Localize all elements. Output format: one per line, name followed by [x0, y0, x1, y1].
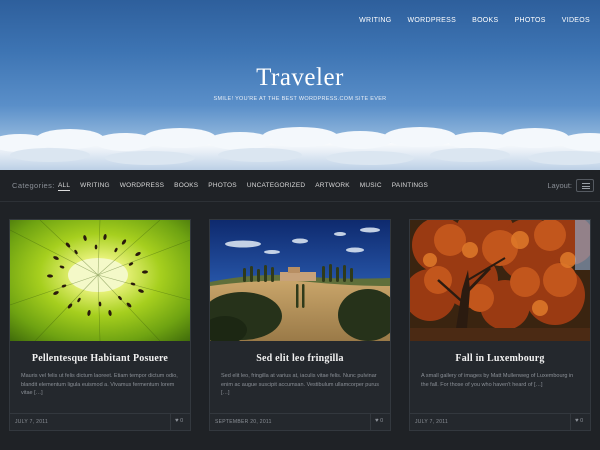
nav-photos[interactable]: PHOTOS [507, 17, 554, 24]
like-count: 0 [380, 418, 384, 424]
category-writing[interactable]: WRITING [80, 181, 110, 191]
nav-writing[interactable]: WRITING [351, 17, 399, 24]
category-photos[interactable]: PHOTOS [208, 181, 237, 191]
post-date[interactable]: JULY 7, 2011 [15, 419, 48, 425]
post-card[interactable]: Sed elit leo fringilla Sed elit leo, fri… [209, 219, 391, 431]
post-footer: JULY 7, 2011 ♥ 0 [10, 413, 190, 430]
category-wordpress[interactable]: WORDPRESS [120, 181, 164, 191]
heart-icon: ♥ [175, 418, 179, 424]
like-button[interactable]: ♥ 0 [370, 414, 390, 430]
like-count: 0 [180, 418, 184, 424]
heart-icon: ♥ [575, 418, 579, 424]
category-list: ALL WRITING WORDPRESS BOOKS PHOTOS UNCAT… [58, 181, 438, 191]
site-title[interactable]: Traveler [0, 64, 600, 92]
post-title[interactable]: Sed elit leo fringilla [210, 353, 390, 364]
category-paintings[interactable]: PAINTINGS [392, 181, 428, 191]
layout-toggle-button[interactable] [576, 179, 594, 192]
post-card[interactable]: Fall in Luxembourg A small gallery of im… [409, 219, 591, 431]
post-date[interactable]: SEPTEMBER 20, 2011 [215, 419, 272, 425]
post-card[interactable]: Pellentesque Habitant Posuere Mauris vel… [9, 219, 191, 431]
site-tagline: SMILE! YOU'RE AT THE BEST WORDPRESS.COM … [213, 96, 387, 102]
category-all[interactable]: ALL [58, 181, 71, 191]
header-hero: WRITING WORDPRESS BOOKS PHOTOS VIDEOS Tr… [0, 0, 600, 170]
category-music[interactable]: MUSIC [360, 181, 382, 191]
like-button[interactable]: ♥ 0 [170, 414, 190, 430]
heart-icon: ♥ [375, 418, 379, 424]
category-artwork[interactable]: ARTWORK [315, 181, 350, 191]
cloud-layer [0, 127, 600, 170]
like-button[interactable]: ♥ 0 [570, 414, 590, 430]
post-excerpt: Sed elit leo, fringilla at varius at, ia… [221, 373, 380, 397]
categories-label: Categories: [12, 181, 55, 190]
post-footer: SEPTEMBER 20, 2011 ♥ 0 [210, 413, 390, 430]
nav-videos[interactable]: VIDEOS [554, 17, 598, 24]
post-excerpt: Mauris vel felis ut felis dictum laoreet… [21, 373, 178, 397]
main-nav: WRITING WORDPRESS BOOKS PHOTOS VIDEOS [351, 17, 598, 24]
post-title[interactable]: Pellentesque Habitant Posuere [10, 353, 190, 364]
post-thumbnail-autumn-tree[interactable] [410, 220, 590, 341]
nav-books[interactable]: BOOKS [464, 17, 506, 24]
category-books[interactable]: BOOKS [174, 181, 198, 191]
post-footer: JULY 7, 2011 ♥ 0 [410, 413, 590, 430]
post-title[interactable]: Fall in Luxembourg [410, 353, 590, 364]
layout-label: Layout: [547, 181, 572, 190]
post-thumbnail-kiwi-slice[interactable] [10, 220, 190, 341]
post-thumbnail-tuscan-hillside[interactable] [210, 220, 390, 341]
category-filter-bar: Categories: ALL WRITING WORDPRESS BOOKS … [0, 170, 600, 202]
post-excerpt: A small gallery of images by Matt Mullen… [421, 373, 574, 388]
category-uncategorized[interactable]: UNCATEGORIZED [247, 181, 305, 191]
nav-wordpress[interactable]: WORDPRESS [400, 17, 465, 24]
post-date[interactable]: JULY 7, 2011 [415, 419, 448, 425]
like-count: 0 [580, 418, 584, 424]
